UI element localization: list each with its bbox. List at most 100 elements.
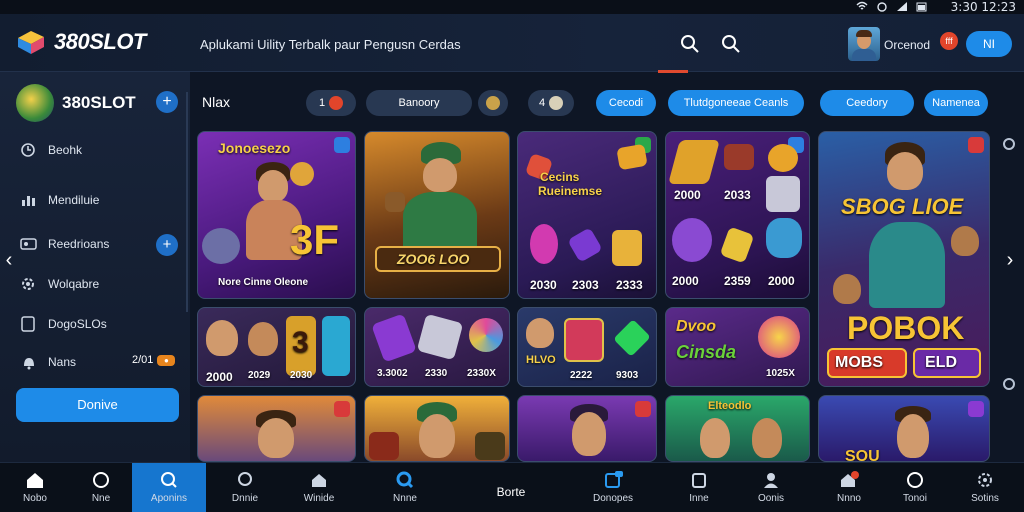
filter-chip[interactable]: Banoory	[366, 90, 472, 116]
donive-button[interactable]: Donive	[16, 388, 179, 422]
nav-item-nobo[interactable]: Nobo	[2, 463, 68, 512]
item-icon	[724, 144, 754, 170]
chip-label: Ceedory	[846, 97, 888, 109]
filter-chip[interactable]: 1	[306, 90, 356, 116]
sidebar-item-nans[interactable]: Nans	[20, 354, 76, 370]
item-icon	[369, 432, 399, 460]
sidebar-item-beohk[interactable]: Beohk	[20, 142, 82, 158]
close-icon[interactable]	[968, 137, 984, 153]
filter-chip[interactable]: Ceedory	[820, 90, 914, 116]
nav-item-donopes[interactable]: Donopes	[580, 463, 646, 512]
game-card[interactable]: Elteodlo	[665, 395, 810, 462]
language-button[interactable]: NI	[966, 31, 1012, 57]
coin-icon	[768, 144, 798, 172]
sidebar-item-label: Mendiluie	[48, 193, 100, 207]
sidebar-item-reedrioans[interactable]: Reedrioans	[20, 236, 109, 252]
chevron-left-icon[interactable]: ‹	[2, 248, 16, 272]
filter-chip[interactable]	[478, 90, 508, 116]
chat-icon	[238, 472, 252, 486]
nav-item-dnnie[interactable]: Dnnie	[212, 463, 278, 512]
sidebar-item-label: Wolqabre	[48, 277, 100, 291]
grid-icon	[605, 471, 623, 488]
nav-item-oonis[interactable]: Oonis	[738, 463, 804, 512]
game-card[interactable]: 3.3002 2330 2330X	[364, 307, 510, 387]
game-card[interactable]: 3 2000 2029 2030	[197, 307, 356, 387]
nav-item-nnne[interactable]: Nnne	[372, 463, 438, 512]
game-card[interactable]	[197, 395, 356, 462]
game-card[interactable]: Jonoesezo 3F Nore Cinne Oleone	[197, 131, 356, 299]
character-face	[423, 158, 457, 192]
character-face	[258, 170, 288, 202]
close-icon[interactable]	[334, 401, 350, 417]
slot-reel	[322, 316, 350, 376]
nav-item-aponins[interactable]: Aponins	[132, 463, 206, 512]
filter-chip[interactable]: 4	[528, 90, 574, 116]
sidebar-item-dogoslos[interactable]: DogoSLOs	[20, 316, 107, 332]
chevron-right-icon[interactable]: ›	[1003, 248, 1017, 272]
search-icon[interactable]	[721, 34, 741, 54]
sidebar-item-label: Beohk	[48, 143, 83, 157]
nav-item-borte[interactable]: Borte	[478, 463, 544, 512]
nav-label: Nobo	[23, 493, 47, 504]
game-card[interactable]	[364, 395, 510, 462]
game-card[interactable]: ZOO6 LOO	[364, 131, 510, 299]
chart-icon	[22, 196, 35, 206]
nav-item-nnno[interactable]: Nnno	[816, 463, 882, 512]
chip-label: 1	[318, 97, 326, 109]
filter-chip[interactable]: Namenea	[924, 90, 988, 116]
game-card[interactable]: 2000 2033 2000 2359 2000	[665, 131, 810, 299]
card-value: 1025X	[766, 368, 795, 379]
game-card[interactable]: SOU	[818, 395, 990, 462]
game-card-featured[interactable]: SBOG LIOE POBOK MOBS ELD	[818, 131, 990, 387]
bell-icon	[24, 358, 34, 370]
nav-item-nne[interactable]: Nne	[68, 463, 134, 512]
nav-item-winide[interactable]: Winide	[286, 463, 352, 512]
gem-icon	[612, 230, 642, 266]
heart-icon	[329, 96, 344, 111]
card-value: 2330	[425, 368, 448, 379]
add-button[interactable]: +	[156, 91, 178, 113]
sidebar-item-mendiluie[interactable]: Mendiluie	[20, 192, 99, 208]
filter-chip[interactable]: Tlutdgoneeae Ceanls	[668, 90, 804, 116]
radio-icon[interactable]	[1003, 138, 1015, 150]
creature-icon	[766, 218, 802, 258]
game-card[interactable]: HLVO 2222 9303	[517, 307, 657, 387]
sidebar-profile[interactable]: 380SLOT	[16, 84, 136, 122]
notification-badge[interactable]: fff	[940, 32, 958, 50]
header-tagline: Aplukami Uility Terbalk paur Pengusn Cer…	[200, 37, 461, 52]
add-button[interactable]: +	[156, 234, 178, 256]
card-title: Dvoo	[676, 318, 716, 335]
home-icon	[27, 473, 43, 488]
character-face	[572, 412, 606, 456]
game-card[interactable]	[517, 395, 657, 462]
card-value: 2030	[530, 278, 557, 292]
radio-icon[interactable]	[1003, 378, 1015, 390]
card-value: 2222	[570, 370, 593, 381]
home-badge-icon	[841, 471, 859, 487]
filter-chip[interactable]: Cecodi	[596, 90, 656, 116]
brand-logo[interactable]: 380SLOT	[14, 28, 146, 56]
card-value: 9303	[616, 370, 639, 381]
search-icon[interactable]	[680, 34, 700, 54]
nav-label: Inne	[689, 493, 709, 504]
nav-item-sotins[interactable]: Sotins	[952, 463, 1018, 512]
wifi-icon	[856, 1, 868, 10]
card-subtitle: Rueinemse	[538, 184, 603, 198]
badge-icon	[968, 401, 984, 417]
card-title: Jonoesezo	[218, 140, 291, 156]
sidebar-item-wolqabre[interactable]: Wolqabre	[20, 276, 99, 292]
gem-icon	[371, 313, 417, 363]
id-card-icon	[20, 238, 37, 250]
gem-icon	[672, 218, 712, 262]
game-card[interactable]: Dvoo Cinsda 1025X	[665, 307, 810, 387]
close-icon[interactable]	[635, 401, 651, 417]
game-card[interactable]: Cecins Rueinemse 2030 2303 2333	[517, 131, 657, 299]
chip-label: Banoory	[398, 97, 440, 109]
user-name[interactable]: Orcenod	[884, 38, 930, 52]
nav-item-inne[interactable]: Inne	[666, 463, 732, 512]
filter-label: Nlax	[202, 94, 231, 110]
item-icon	[766, 176, 800, 212]
chip-label: Cecodi	[608, 97, 644, 109]
avatar[interactable]	[848, 27, 880, 61]
nav-item-tonoi[interactable]: Tonoi	[882, 463, 948, 512]
